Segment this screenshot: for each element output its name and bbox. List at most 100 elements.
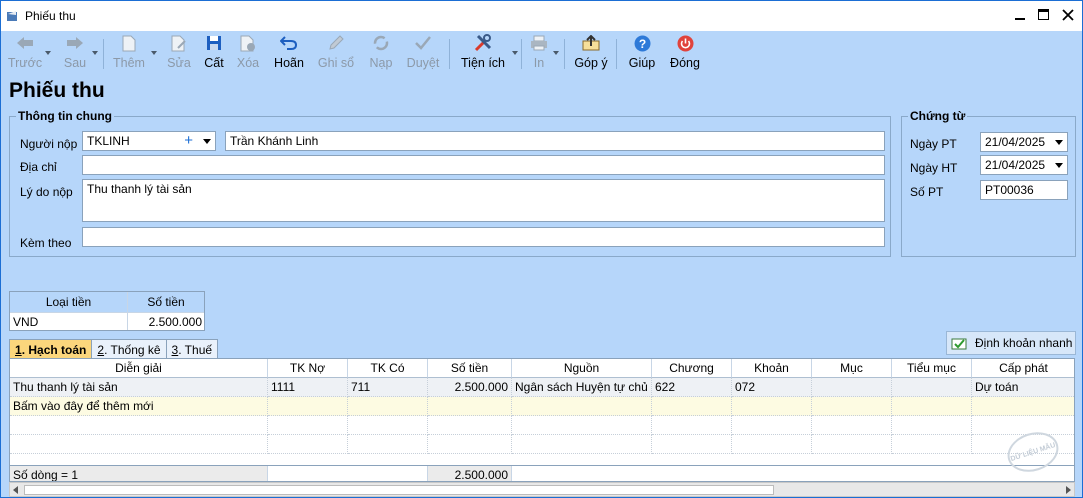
chevron-down-icon[interactable] bbox=[203, 139, 211, 144]
add-new-row[interactable]: Bấm vào đây để thêm mới bbox=[10, 397, 1074, 416]
scroll-right-icon[interactable] bbox=[1066, 486, 1071, 494]
maximize-button[interactable] bbox=[1038, 9, 1050, 21]
payer-label: Người nộp bbox=[20, 137, 78, 151]
column-header[interactable]: Cấp phát bbox=[972, 359, 1074, 378]
column-header[interactable]: Chương bbox=[652, 359, 732, 378]
save-button[interactable]: Cất bbox=[201, 33, 227, 73]
undo-icon bbox=[279, 33, 299, 53]
amount-cell[interactable]: 2.500.000 bbox=[128, 313, 204, 330]
feedback-button[interactable]: Góp ý bbox=[573, 33, 609, 73]
address-field[interactable] bbox=[82, 155, 885, 175]
column-header[interactable]: TK Có bbox=[348, 359, 428, 378]
svg-text:?: ? bbox=[638, 37, 645, 51]
approve-button[interactable]: Duyệt bbox=[405, 33, 441, 73]
table-cell[interactable] bbox=[812, 378, 892, 397]
payer-code-field[interactable]: TKLINH + bbox=[82, 131, 216, 151]
tab-tax[interactable]: 3. Thuế bbox=[165, 339, 219, 359]
payer-name-field[interactable]: Trần Khánh Linh bbox=[225, 131, 885, 151]
delete-button[interactable]: Xóa bbox=[235, 33, 261, 73]
attach-field[interactable] bbox=[82, 227, 885, 247]
general-info-title: Thông tin chung bbox=[16, 109, 114, 123]
pt-date-field[interactable]: 21/04/2025 bbox=[980, 132, 1068, 152]
close-form-button[interactable]: Đóng bbox=[667, 33, 703, 73]
reason-field[interactable]: Thu thanh lý tài sản bbox=[82, 179, 885, 222]
empty-row[interactable] bbox=[10, 416, 1074, 435]
table-cell[interactable]: 622 bbox=[652, 378, 732, 397]
post-ledger-button[interactable]: Ghi sổ bbox=[317, 33, 355, 73]
print-button[interactable]: In bbox=[529, 33, 549, 73]
add-icon[interactable]: + bbox=[184, 133, 193, 148]
number-field[interactable]: PT00036 bbox=[980, 180, 1068, 200]
column-header[interactable]: TK Nợ bbox=[268, 359, 348, 378]
ht-date-field[interactable]: 21/04/2025 bbox=[980, 155, 1068, 175]
print-dropdown-icon[interactable] bbox=[553, 51, 559, 55]
previous-dropdown-icon[interactable] bbox=[45, 51, 51, 55]
scroll-left-icon[interactable] bbox=[13, 486, 18, 494]
voucher-group: Chứng từ Ngày PT 21/04/2025 Ngày HT 21/0… bbox=[901, 109, 1076, 257]
column-header[interactable]: Số tiền bbox=[428, 359, 512, 378]
tools-icon bbox=[473, 33, 493, 53]
reason-label: Lý do nộp bbox=[20, 185, 73, 199]
table-cell[interactable]: Thu thanh lý tài sản bbox=[10, 378, 268, 397]
column-header[interactable]: Khoản bbox=[732, 359, 812, 378]
help-icon: ? bbox=[632, 33, 652, 53]
add-dropdown-icon[interactable] bbox=[151, 51, 157, 55]
window-title: Phiếu thu bbox=[25, 9, 76, 23]
tab-strip: 1. Hạch toán 2. Thống kê 3. Thuế bbox=[9, 339, 219, 359]
column-header[interactable]: Diễn giải bbox=[10, 359, 268, 378]
quick-entry-label: Định khoản nhanh bbox=[975, 336, 1073, 350]
payer-code-value: TKLINH bbox=[87, 134, 130, 148]
chevron-down-icon[interactable] bbox=[1055, 163, 1063, 168]
add-button[interactable]: Thêm bbox=[113, 33, 145, 73]
currency-cell[interactable]: VND bbox=[10, 313, 128, 330]
table-cell[interactable]: Dự toán bbox=[972, 378, 1074, 397]
table-cell[interactable]: 1111 bbox=[268, 378, 348, 397]
help-button[interactable]: ? Giúp bbox=[627, 33, 657, 73]
tab-accounting[interactable]: 1. Hạch toán bbox=[9, 339, 93, 359]
attach-label: Kèm theo bbox=[20, 236, 72, 250]
printer-icon bbox=[529, 33, 549, 53]
add-new-row-text[interactable]: Bấm vào đây để thêm mới bbox=[10, 397, 268, 416]
scroll-thumb[interactable] bbox=[24, 485, 774, 495]
row-count: Số dòng = 1 bbox=[10, 466, 268, 481]
postpone-button[interactable]: Hoãn bbox=[273, 33, 305, 73]
edit-document-icon bbox=[169, 33, 189, 53]
toolbar: Trước Sau Thêm Sửa Cất Xóa Hoãn Ghi sổ N… bbox=[1, 31, 1082, 75]
arrow-left-icon bbox=[15, 33, 35, 53]
utilities-button[interactable]: Tiện ích bbox=[461, 33, 505, 73]
entries-grid: Diễn giải TK Nợ TK Có Số tiền Nguồn Chươ… bbox=[9, 358, 1075, 482]
quick-entry-button[interactable]: Định khoản nhanh bbox=[946, 331, 1076, 355]
horizontal-scrollbar[interactable] bbox=[9, 482, 1075, 497]
ht-date-value: 21/04/2025 bbox=[985, 158, 1046, 172]
minimize-button[interactable] bbox=[1014, 9, 1026, 21]
empty-row[interactable] bbox=[10, 435, 1074, 454]
pencil-icon bbox=[326, 33, 346, 53]
currency-grid: Loại tiền Số tiền VND 2.500.000 bbox=[9, 291, 205, 331]
reload-button[interactable]: Nạp bbox=[367, 33, 395, 73]
column-header[interactable]: Tiểu mục bbox=[892, 359, 972, 378]
table-cell[interactable]: 072 bbox=[732, 378, 812, 397]
table-cell[interactable]: Ngân sách Huyện tự chủ bbox=[512, 378, 652, 397]
previous-button[interactable]: Trước bbox=[8, 33, 42, 73]
column-header[interactable]: Nguồn bbox=[512, 359, 652, 378]
table-cell[interactable] bbox=[892, 378, 972, 397]
utilities-dropdown-icon[interactable] bbox=[512, 51, 518, 55]
table-cell[interactable]: 711 bbox=[348, 378, 428, 397]
toolbar-separator bbox=[449, 39, 450, 69]
voucher-title: Chứng từ bbox=[908, 109, 968, 123]
ht-date-label: Ngày HT bbox=[910, 161, 958, 175]
next-button[interactable]: Sau bbox=[61, 33, 89, 73]
next-dropdown-icon[interactable] bbox=[92, 51, 98, 55]
delete-document-icon bbox=[238, 33, 258, 53]
table-row[interactable]: Thu thanh lý tài sản 1111 711 2.500.000 … bbox=[10, 378, 1074, 397]
refresh-icon bbox=[371, 33, 391, 53]
tab-label: . Thống kê bbox=[104, 342, 161, 357]
close-button[interactable] bbox=[1062, 9, 1074, 21]
power-icon bbox=[675, 33, 695, 53]
edit-button[interactable]: Sửa bbox=[166, 33, 192, 73]
chevron-down-icon[interactable] bbox=[1055, 140, 1063, 145]
table-cell[interactable]: 2.500.000 bbox=[428, 378, 512, 397]
column-header[interactable]: Mục bbox=[812, 359, 892, 378]
page-title: Phiếu thu bbox=[9, 79, 105, 102]
tab-statistics[interactable]: 2. Thống kê bbox=[91, 339, 167, 359]
